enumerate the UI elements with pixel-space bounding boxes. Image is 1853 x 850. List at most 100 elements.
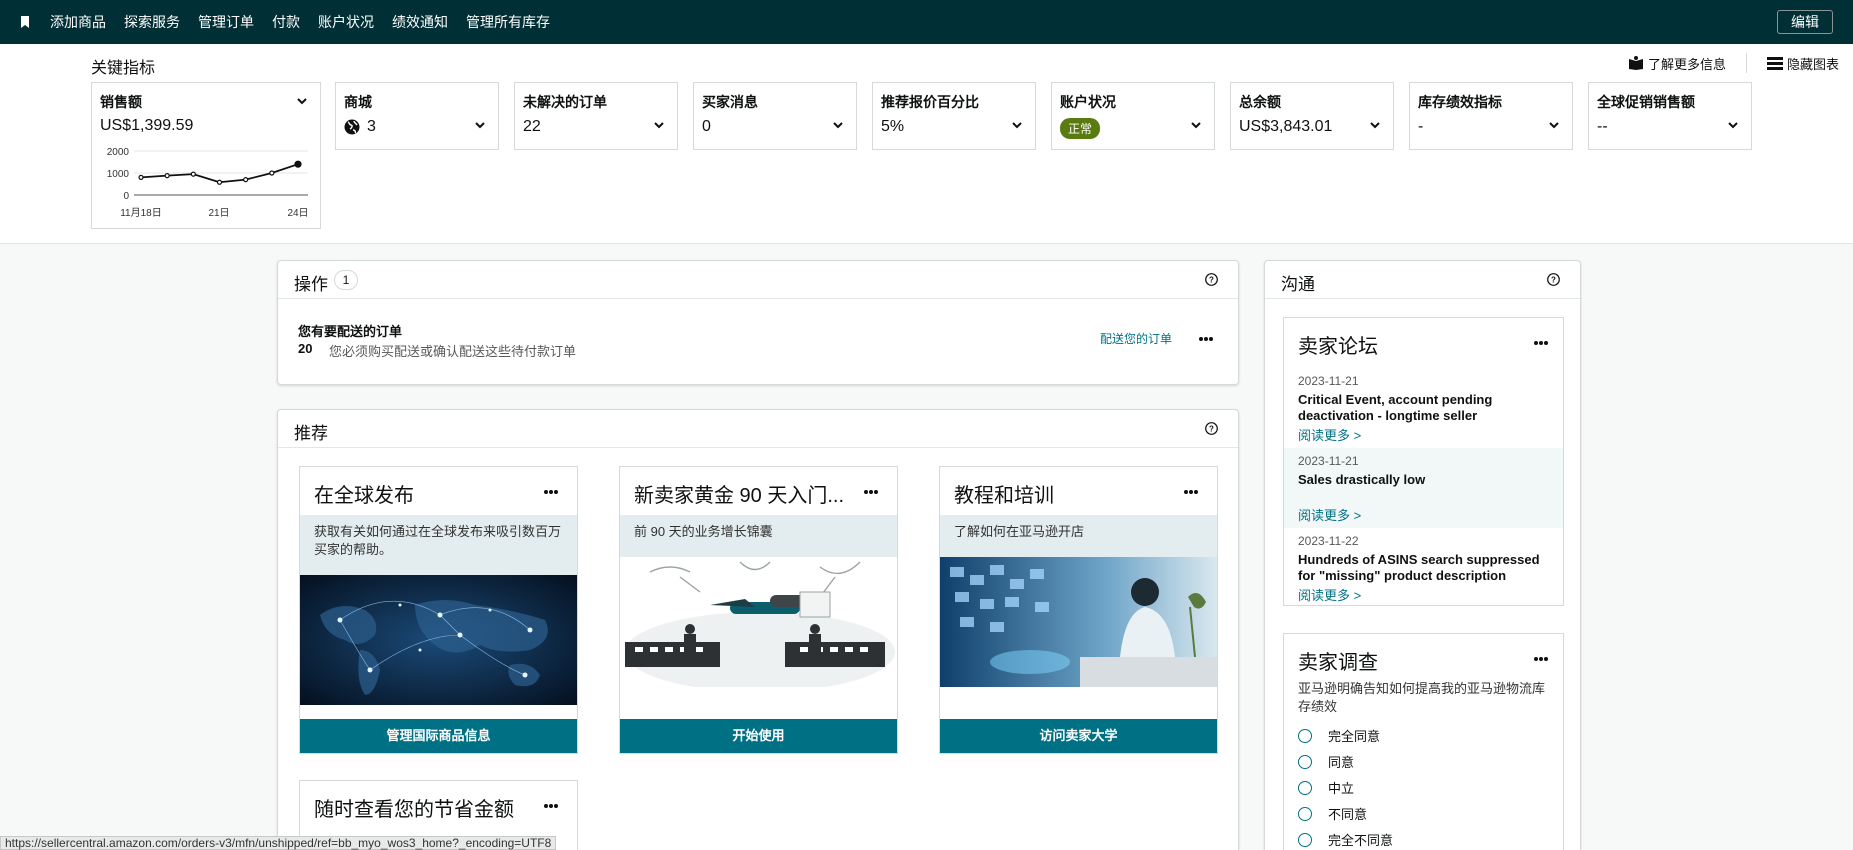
seller-forum-card: 卖家论坛 2023-11-21 Critical Event, account … bbox=[1283, 317, 1564, 606]
read-more-link[interactable]: 阅读更多 > bbox=[1298, 425, 1549, 444]
chevron-down-icon[interactable] bbox=[1548, 119, 1560, 131]
x-tick: 11月18日 bbox=[120, 207, 162, 219]
survey-option-disagree[interactable]: 不同意 bbox=[1298, 804, 1367, 823]
rec-card-new-seller-90-days: 新卖家黄金 90 天入门... 前 90 天的业务增长锦囊 开始使用 bbox=[619, 466, 898, 754]
help-icon[interactable]: ? bbox=[1547, 273, 1560, 286]
metric-value: US$3,843.01 bbox=[1239, 118, 1333, 135]
chevron-down-icon[interactable] bbox=[474, 119, 486, 131]
metric-card-inventory-performance[interactable]: 库存绩效指标 - bbox=[1409, 82, 1573, 150]
bookmark-icon[interactable] bbox=[0, 0, 50, 44]
metric-value: 22 bbox=[523, 118, 541, 135]
rec-card-global-selling: 在全球发布 获取有关如何通过在全球发布来吸引数百万买家的帮助。 管理国际商品信息 bbox=[299, 466, 578, 754]
nav-add-product[interactable]: 添加商品 bbox=[50, 12, 106, 32]
more-options-icon[interactable] bbox=[1183, 489, 1199, 495]
read-more-link[interactable]: 阅读更多 > bbox=[1298, 585, 1549, 604]
metric-card-marketplaces[interactable]: 商城 3 bbox=[335, 82, 499, 150]
metric-value: 0 bbox=[702, 118, 711, 135]
metric-card-buyer-messages[interactable]: 买家消息 0 bbox=[693, 82, 857, 150]
actions-header: 操作 1 ? bbox=[278, 261, 1238, 299]
chevron-down-icon[interactable] bbox=[1190, 119, 1202, 131]
metric-label: 买家消息 bbox=[702, 94, 758, 110]
sales-sparkline: 2000 1000 0 11月18日 21日 24日 bbox=[107, 147, 309, 219]
read-more-link[interactable]: 阅读更多 > bbox=[1298, 505, 1549, 524]
survey-option-strongly-agree[interactable]: 完全同意 bbox=[1298, 726, 1380, 745]
survey-option-agree[interactable]: 同意 bbox=[1298, 752, 1354, 771]
help-icon[interactable]: ? bbox=[1205, 422, 1218, 435]
more-options-icon[interactable] bbox=[1533, 340, 1549, 346]
actions-panel: 操作 1 ? 您有要配送的订单 20 您必须购买配送或确认配送这些待付款订单 配… bbox=[277, 260, 1239, 385]
metric-label: 库存绩效指标 bbox=[1418, 94, 1502, 110]
more-options-icon[interactable] bbox=[863, 489, 879, 495]
chevron-down-icon[interactable] bbox=[832, 119, 844, 131]
radio-button[interactable] bbox=[1298, 832, 1312, 847]
radio-button[interactable] bbox=[1298, 728, 1312, 743]
metric-card-total-balance[interactable]: 总余额 US$3,843.01 bbox=[1230, 82, 1394, 150]
edit-button[interactable]: 编辑 bbox=[1777, 10, 1833, 34]
y-tick: 2000 bbox=[107, 147, 130, 158]
chevron-down-icon[interactable] bbox=[296, 95, 308, 107]
x-tick: 24日 bbox=[287, 208, 308, 219]
sales-point bbox=[243, 176, 249, 183]
forum-post[interactable]: 2023-11-21 Sales drastically low 阅读更多 > bbox=[1284, 448, 1563, 528]
metric-card-featured-offer[interactable]: 推荐报价百分比 5% bbox=[872, 82, 1036, 150]
nav-performance-notifications[interactable]: 绩效通知 bbox=[392, 12, 448, 32]
manage-international-listings-button[interactable]: 管理国际商品信息 bbox=[300, 719, 577, 753]
nav-account-health[interactable]: 账户状况 bbox=[318, 12, 374, 32]
sales-point bbox=[138, 174, 144, 181]
metric-card-account-health[interactable]: 账户状况 正常 bbox=[1051, 82, 1215, 150]
chevron-down-icon[interactable] bbox=[653, 119, 665, 131]
sales-point bbox=[190, 171, 196, 177]
metric-card-sales[interactable]: 销售额 US$1,399.59 2000 1000 0 11月18日 21日 2… bbox=[91, 82, 321, 229]
nav-payments[interactable]: 付款 bbox=[272, 12, 300, 32]
more-options-icon[interactable] bbox=[543, 803, 559, 809]
ship-orders-link[interactable]: 配送您的订单 bbox=[1100, 330, 1172, 347]
globe-icon bbox=[344, 119, 360, 135]
radio-button[interactable] bbox=[1298, 806, 1312, 821]
visit-seller-university-button[interactable]: 访问卖家大学 bbox=[940, 719, 1217, 753]
metric-card-open-orders[interactable]: 未解决的订单 22 bbox=[514, 82, 678, 150]
nav-explore-services[interactable]: 探索服务 bbox=[124, 12, 180, 32]
seller-forum-title: 卖家论坛 bbox=[1298, 336, 1378, 358]
rec-card-description: 了解如何在亚马逊开店 bbox=[940, 515, 1217, 557]
get-started-button[interactable]: 开始使用 bbox=[620, 719, 897, 753]
more-options-icon[interactable] bbox=[1198, 336, 1214, 342]
key-metrics-section: 关键指标 了解更多信息 隐藏图表 销售额 US$1,399.59 2000 10… bbox=[0, 44, 1853, 244]
forum-post[interactable]: 2023-11-21 Critical Event, account pendi… bbox=[1284, 374, 1563, 449]
metric-label: 推荐报价百分比 bbox=[881, 94, 979, 110]
metric-value-wrap: 3 bbox=[344, 118, 376, 136]
post-title: Critical Event, account pending deactiva… bbox=[1298, 392, 1493, 423]
communications-panel: 沟通 ? 卖家论坛 2023-11-21 Critical Event, acc… bbox=[1264, 260, 1581, 850]
more-options-icon[interactable] bbox=[1533, 656, 1549, 662]
actions-count-badge: 1 bbox=[334, 270, 358, 290]
nav-manage-orders[interactable]: 管理订单 bbox=[198, 12, 254, 32]
status-badge: 正常 bbox=[1060, 118, 1101, 139]
metric-value: US$1,399.59 bbox=[100, 117, 194, 134]
chevron-down-icon[interactable] bbox=[1011, 119, 1023, 131]
nav-manage-inventory[interactable]: 管理所有库存 bbox=[466, 12, 550, 32]
learn-more-link[interactable]: 了解更多信息 bbox=[1628, 54, 1726, 73]
metric-value: - bbox=[1418, 118, 1424, 135]
training-photo bbox=[940, 557, 1217, 687]
chevron-down-icon[interactable] bbox=[1369, 119, 1381, 131]
metric-label: 全球促销销售额 bbox=[1597, 94, 1695, 110]
recommendations-header: 推荐 ? bbox=[278, 410, 1238, 448]
metrics-links: 了解更多信息 隐藏图表 bbox=[1628, 53, 1839, 73]
radio-button[interactable] bbox=[1298, 754, 1312, 769]
chevron-down-icon[interactable] bbox=[1727, 119, 1739, 131]
rec-card-description: 获取有关如何通过在全球发布来吸引数百万买家的帮助。 bbox=[300, 515, 577, 575]
svg-text:?: ? bbox=[1209, 276, 1214, 285]
hide-chart-label: 隐藏图表 bbox=[1786, 56, 1839, 72]
survey-option-neutral[interactable]: 中立 bbox=[1298, 778, 1354, 797]
sales-point bbox=[269, 170, 275, 176]
svg-text:?: ? bbox=[1551, 276, 1556, 285]
top-nav: 添加商品 探索服务 管理订单 付款 账户状况 绩效通知 管理所有库存 编辑 bbox=[0, 0, 1853, 44]
survey-option-strongly-disagree[interactable]: 完全不同意 bbox=[1298, 830, 1393, 849]
forum-post[interactable]: 2023-11-22 Hundreds of ASINS search supp… bbox=[1284, 534, 1563, 604]
radio-button[interactable] bbox=[1298, 780, 1312, 795]
more-options-icon[interactable] bbox=[543, 489, 559, 495]
help-icon[interactable]: ? bbox=[1205, 273, 1218, 286]
seller-survey-title: 卖家调查 bbox=[1298, 652, 1378, 674]
rec-card-title: 在全球发布 bbox=[314, 485, 414, 507]
hide-chart-link[interactable]: 隐藏图表 bbox=[1766, 54, 1839, 73]
metric-card-global-promotions[interactable]: 全球促销销售额 -- bbox=[1588, 82, 1752, 150]
